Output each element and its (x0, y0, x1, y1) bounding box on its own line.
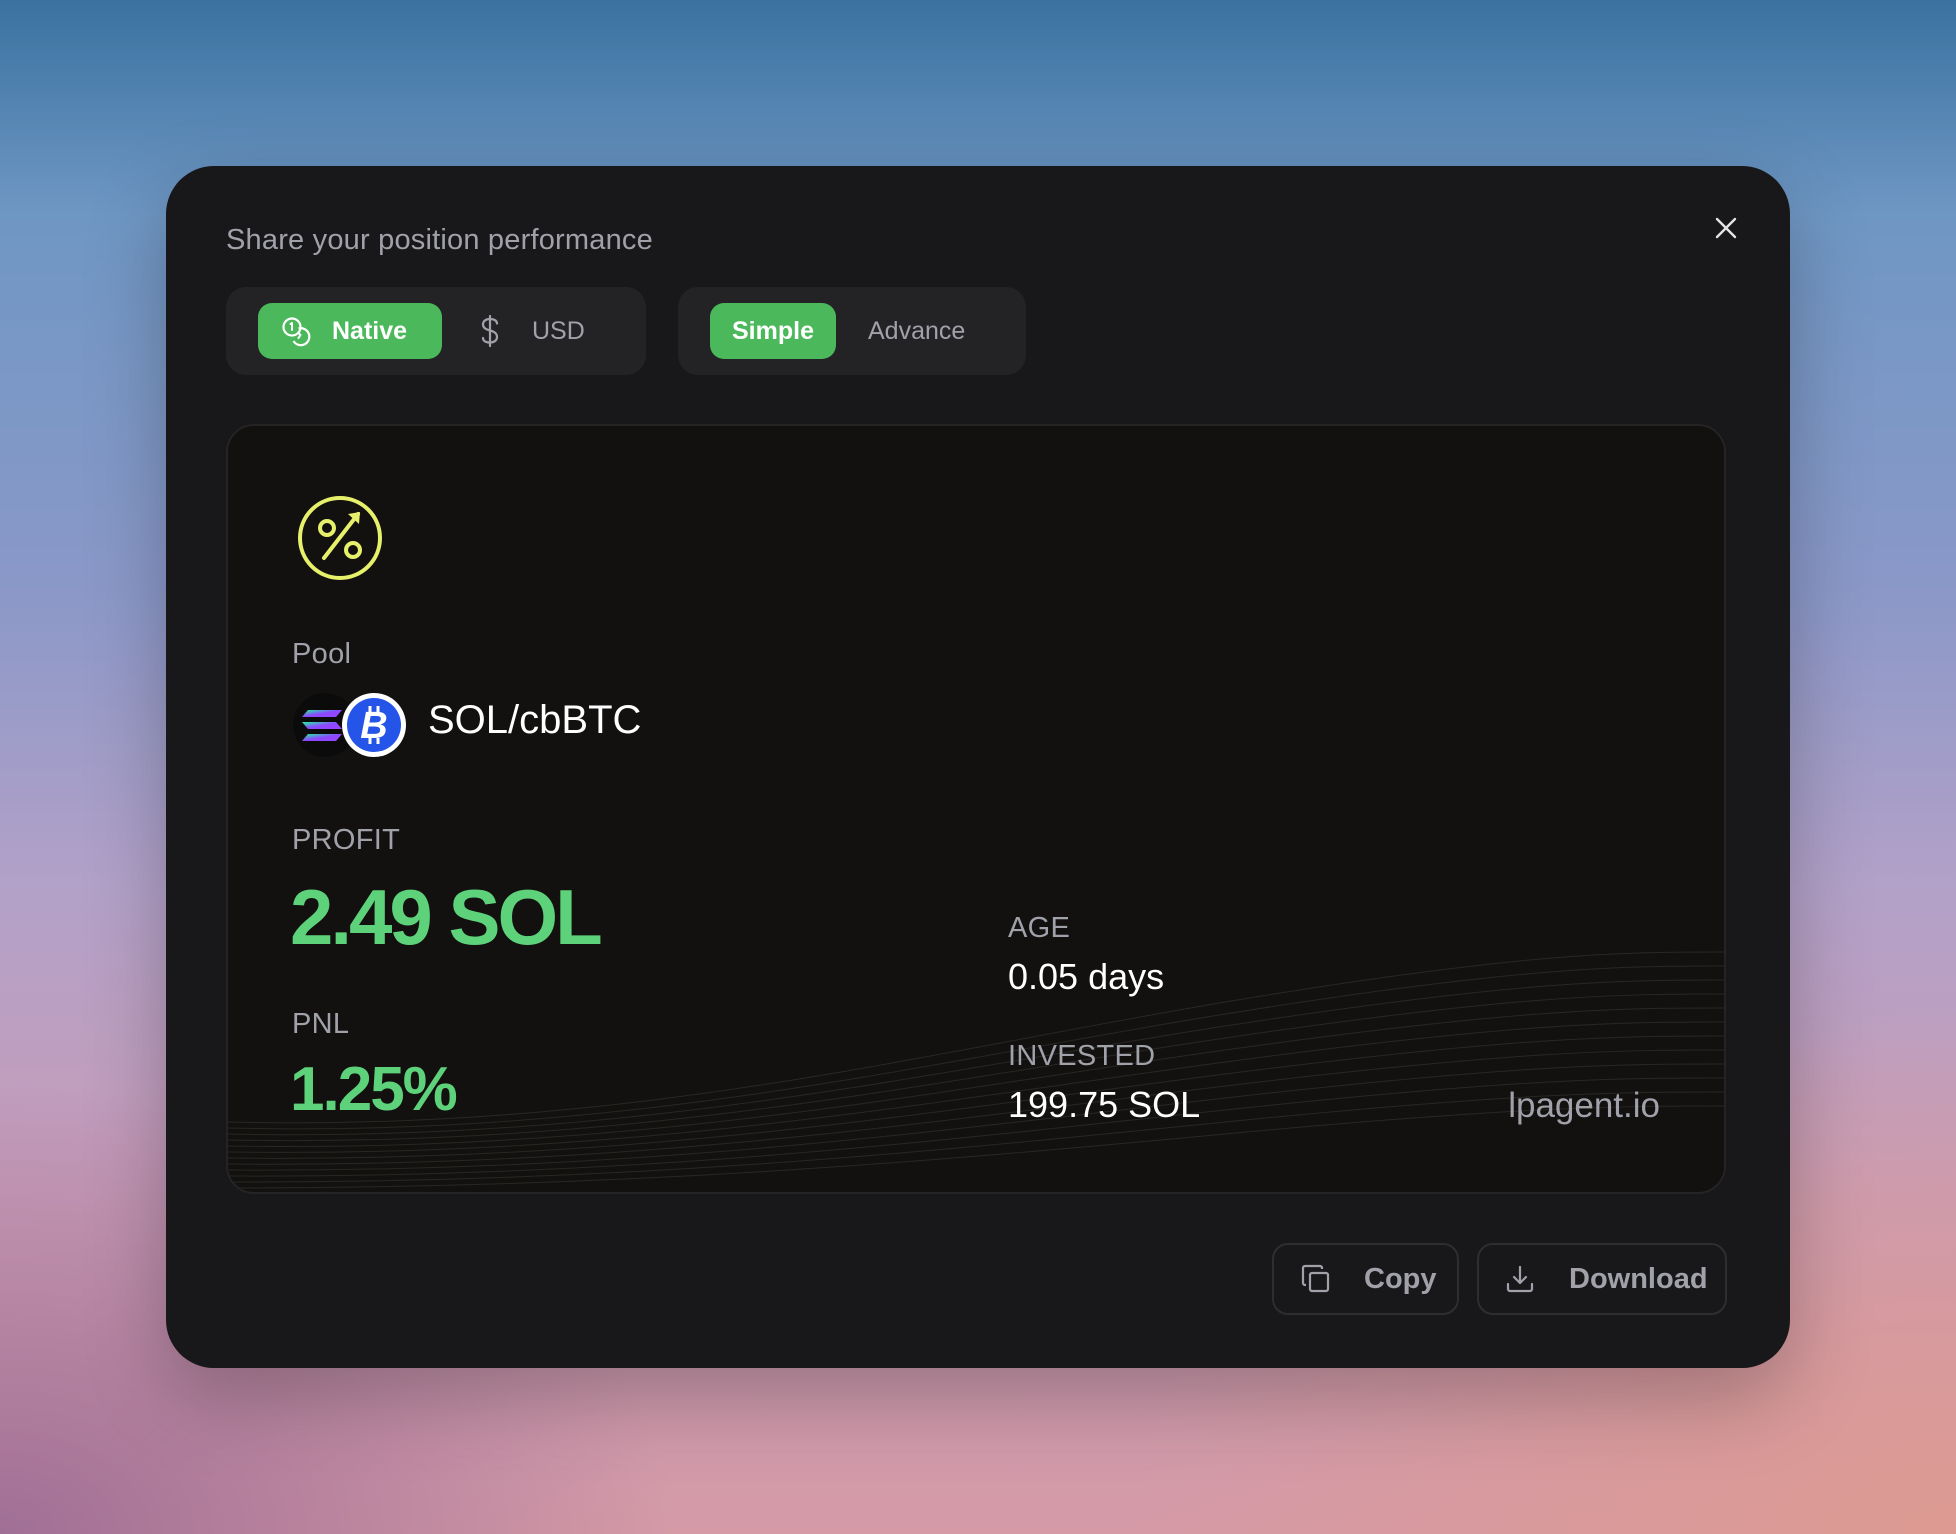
download-button[interactable]: Download (1477, 1243, 1727, 1315)
pool-name: SOL/cbBTC (428, 698, 642, 742)
brand-watermark: lpagent.io (1508, 1086, 1660, 1125)
share-modal: Share your position performance Native U… (166, 166, 1790, 1368)
copy-label: Copy (1364, 1262, 1437, 1295)
bitcoin-icon: B (342, 693, 406, 757)
copy-icon (1301, 1264, 1330, 1293)
native-toggle-button[interactable]: Native (258, 303, 442, 359)
performance-card: Pool B SOL/cbBTC PROFIT 2.49 SOL PNL 1.2… (226, 424, 1726, 1194)
percent-up-icon (298, 496, 382, 580)
usd-toggle-button[interactable]: USD (442, 303, 585, 359)
pnl-value: 1.25% (290, 1055, 458, 1124)
close-icon (1715, 217, 1737, 239)
coins-icon (282, 317, 311, 347)
download-label: Download (1569, 1262, 1708, 1295)
pnl-label: PNL (292, 1008, 350, 1040)
age-value: 0.05 days (1008, 956, 1165, 997)
modal-title: Share your position performance (226, 224, 653, 256)
age-label: AGE (1008, 912, 1071, 944)
usd-label: USD (532, 316, 585, 345)
dollar-icon (481, 314, 499, 348)
simple-label: Simple (732, 316, 814, 345)
native-label: Native (332, 316, 408, 345)
mode-toggle: Simple Advance (678, 287, 1026, 375)
pool-token-icons: B (293, 693, 406, 757)
profit-value: 2.49 SOL (290, 873, 603, 961)
profit-label: PROFIT (292, 824, 401, 856)
svg-text:B: B (360, 705, 387, 747)
download-icon (1506, 1265, 1534, 1293)
pool-label: Pool (292, 638, 352, 670)
invested-label: INVESTED (1008, 1040, 1156, 1072)
invested-value: 199.75 SOL (1008, 1084, 1201, 1125)
advance-toggle-button[interactable]: Advance (868, 303, 965, 359)
simple-toggle-button[interactable]: Simple (710, 303, 836, 359)
close-button[interactable] (1706, 208, 1746, 248)
advance-label: Advance (868, 316, 966, 345)
currency-toggle: Native USD (226, 287, 646, 375)
copy-button[interactable]: Copy (1272, 1243, 1459, 1315)
